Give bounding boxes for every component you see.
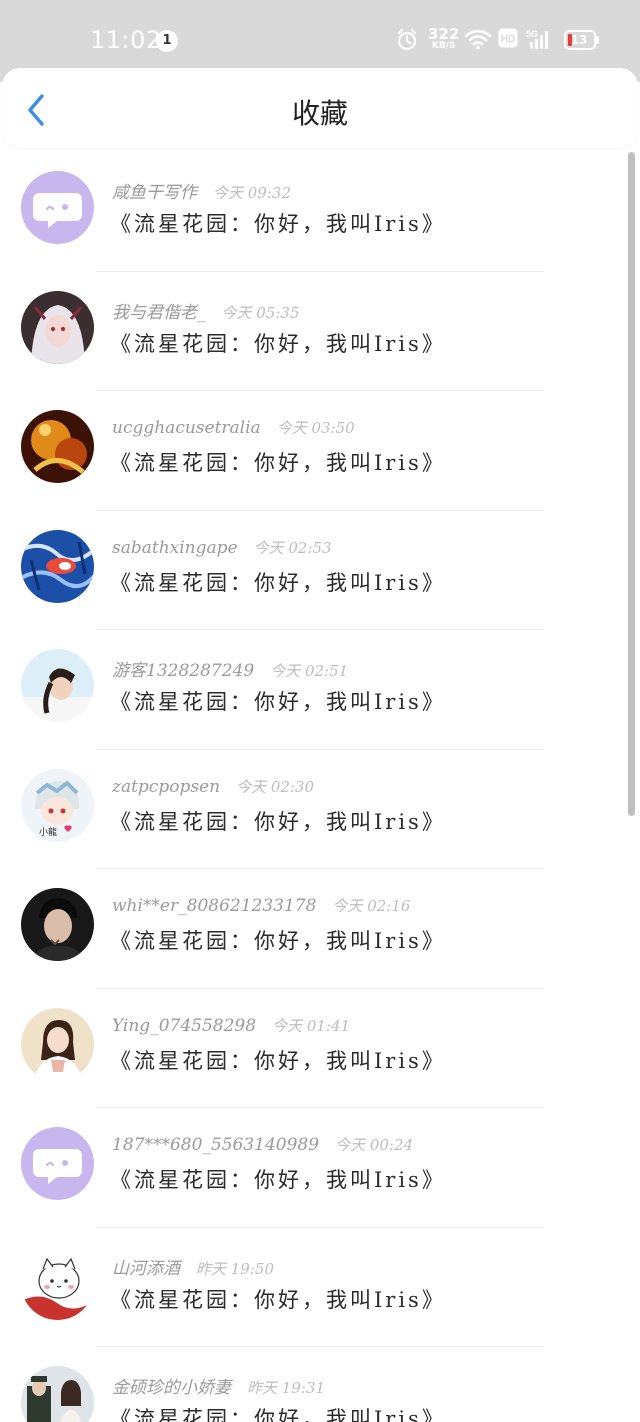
- net-speed-value: 322: [428, 25, 460, 43]
- avatar-image: [21, 290, 94, 364]
- page-title: 收藏: [291, 97, 348, 130]
- avatar[interactable]: [21, 888, 94, 961]
- cellular-signal-icon: 5G: [526, 28, 552, 54]
- message-preview: 《流星花园：你好，我叫Iris》: [110, 690, 446, 714]
- avatar[interactable]: [21, 1246, 94, 1320]
- username[interactable]: 山河添酒: [112, 1259, 180, 1279]
- item-meta: sabathxingape 今天 02:53: [112, 537, 332, 558]
- username[interactable]: 我与君偕老_: [112, 303, 206, 323]
- username[interactable]: 游客1328287249: [112, 661, 254, 681]
- list-item[interactable]: 山河添酒 昨天 19:50 《流星花园：你好，我叫Iris》: [0, 1228, 640, 1347]
- avatar[interactable]: [21, 1127, 94, 1200]
- username[interactable]: sabathxingape: [112, 538, 238, 558]
- message-preview: 《流星花园：你好，我叫Iris》: [110, 331, 446, 356]
- timestamp: 今天 01:41: [272, 1016, 351, 1035]
- message-preview: 《流星花园：你好，我叫Iris》: [110, 929, 446, 953]
- item-meta: 咸鱼干写作 今天 09:32: [112, 178, 291, 203]
- avatar[interactable]: [21, 410, 94, 483]
- list-item[interactable]: Ying_074558298 今天 01:41 《流星花园：你好，我叫Iris》: [0, 989, 640, 1108]
- avatar-image: [21, 529, 94, 603]
- item-meta: 山河添酒 昨天 19:50: [112, 1254, 274, 1279]
- avatar-image: [21, 171, 94, 244]
- avatar-image: [21, 410, 94, 483]
- avatar-image: [21, 1007, 94, 1081]
- timestamp: 今天 02:30: [236, 777, 315, 796]
- message-preview: 《流星花园：你好，我叫Iris》: [110, 1287, 446, 1312]
- item-meta: 游客1328287249 今天 02:51: [112, 656, 348, 681]
- message-preview: 《流星花园：你好，我叫Iris》: [110, 451, 446, 475]
- status-time: 11:02: [90, 26, 162, 54]
- app-header: 收藏: [2, 68, 638, 148]
- avatar-image: [21, 1366, 94, 1422]
- timestamp: 今天 03:50: [276, 419, 355, 437]
- item-meta: whi**er_808621233178 今天 02:16: [112, 895, 410, 916]
- item-meta: 187***680_5563140989 今天 00:24: [112, 1134, 413, 1155]
- timestamp: 今天 02:16: [332, 897, 411, 915]
- scrollbar[interactable]: [628, 152, 635, 816]
- notification-badge: 1: [156, 30, 178, 52]
- list-item[interactable]: 我与君偕老_ 今天 05:35 《流星花园：你好，我叫Iris》: [0, 272, 640, 391]
- message-preview: 《流星花园：你好，我叫Iris》: [110, 1407, 446, 1422]
- avatar[interactable]: [21, 1007, 94, 1081]
- item-meta: ucgghacusetralia 今天 03:50: [112, 417, 355, 438]
- username[interactable]: zatpcpopsen: [112, 777, 220, 797]
- list-item[interactable]: whi**er_808621233178 今天 02:16 《流星花园：你好，我叫I…: [0, 869, 640, 989]
- wifi-icon: [464, 28, 492, 54]
- item-meta: zatpcpopsen 今天 02:30: [112, 776, 314, 797]
- alarm-icon: [396, 28, 418, 56]
- list-item[interactable]: 小龍 zatpcpopsen 今天 02:30 《流星花园：你好，我叫Iris》: [0, 750, 640, 869]
- item-meta: 金硕珍的小娇妻 昨天 19:31: [112, 1373, 325, 1398]
- timestamp: 今天 02:51: [270, 662, 349, 680]
- avatar[interactable]: 小龍: [21, 768, 94, 842]
- timestamp: 今天 00:24: [335, 1136, 414, 1154]
- list-item[interactable]: ucgghacusetralia 今天 03:50 《流星花园：你好，我叫Iris》: [0, 391, 640, 511]
- network-label: 5G: [526, 29, 538, 39]
- list-item[interactable]: sabathxingape 今天 02:53 《流星花园：你好，我叫Iris》: [0, 511, 640, 630]
- timestamp: 昨天 19:31: [247, 1379, 325, 1397]
- avatar[interactable]: [21, 290, 94, 364]
- avatar-image: 小龍: [21, 768, 94, 842]
- avatar[interactable]: [21, 1366, 94, 1422]
- username[interactable]: whi**er_808621233178: [112, 896, 316, 916]
- item-meta: 我与君偕老_ 今天 05:35: [112, 298, 300, 323]
- message-preview: 《流星花园：你好，我叫Iris》: [110, 1168, 446, 1192]
- username[interactable]: 咸鱼干写作: [112, 183, 197, 203]
- hd-label: HD: [501, 34, 515, 45]
- hd-icon: HD: [498, 28, 518, 52]
- timestamp: 今天 05:35: [221, 303, 300, 322]
- avatar-image: [21, 888, 94, 961]
- username[interactable]: 187***680_5563140989: [112, 1135, 319, 1155]
- list-item[interactable]: 咸鱼干写作 今天 09:32 《流星花园：你好，我叫Iris》: [0, 152, 640, 272]
- message-preview: 《流星花园：你好，我叫Iris》: [110, 809, 446, 834]
- avatar[interactable]: [21, 649, 94, 722]
- net-speed: 322 KB/S: [428, 27, 459, 51]
- svg-text:小龍: 小龍: [39, 826, 57, 838]
- message-preview: 《流星花园：你好，我叫Iris》: [110, 212, 446, 236]
- timestamp: 昨天 19:50: [196, 1259, 274, 1278]
- avatar-image: [21, 1246, 94, 1320]
- item-meta: Ying_074558298 今天 01:41: [112, 1015, 350, 1036]
- avatar[interactable]: [21, 529, 94, 603]
- battery-level: 13: [570, 33, 588, 47]
- username[interactable]: ucgghacusetralia: [112, 418, 261, 438]
- favorites-list: 咸鱼干写作 今天 09:32 《流星花园：你好，我叫Iris》 我与君偕老_ 今天 05…: [0, 152, 640, 1422]
- message-preview: 《流星花园：你好，我叫Iris》: [110, 1048, 446, 1073]
- message-preview: 《流星花园：你好，我叫Iris》: [110, 570, 446, 595]
- avatar[interactable]: [21, 171, 94, 244]
- avatar-image: [21, 649, 94, 722]
- net-speed-unit: KB/S: [431, 41, 456, 51]
- timestamp: 今天 02:53: [253, 538, 332, 557]
- list-item[interactable]: 金硕珍的小娇妻 昨天 19:31 《流星花园：你好，我叫Iris》: [0, 1347, 640, 1422]
- list-item[interactable]: 游客1328287249 今天 02:51 《流星花园：你好，我叫Iris》: [0, 630, 640, 750]
- username[interactable]: Ying_074558298: [112, 1016, 256, 1036]
- list-item[interactable]: 187***680_5563140989 今天 00:24 《流星花园：你好，我叫I…: [0, 1108, 640, 1228]
- username[interactable]: 金硕珍的小娇妻: [112, 1378, 231, 1398]
- timestamp: 今天 09:32: [213, 184, 291, 202]
- avatar-image: [21, 1127, 94, 1200]
